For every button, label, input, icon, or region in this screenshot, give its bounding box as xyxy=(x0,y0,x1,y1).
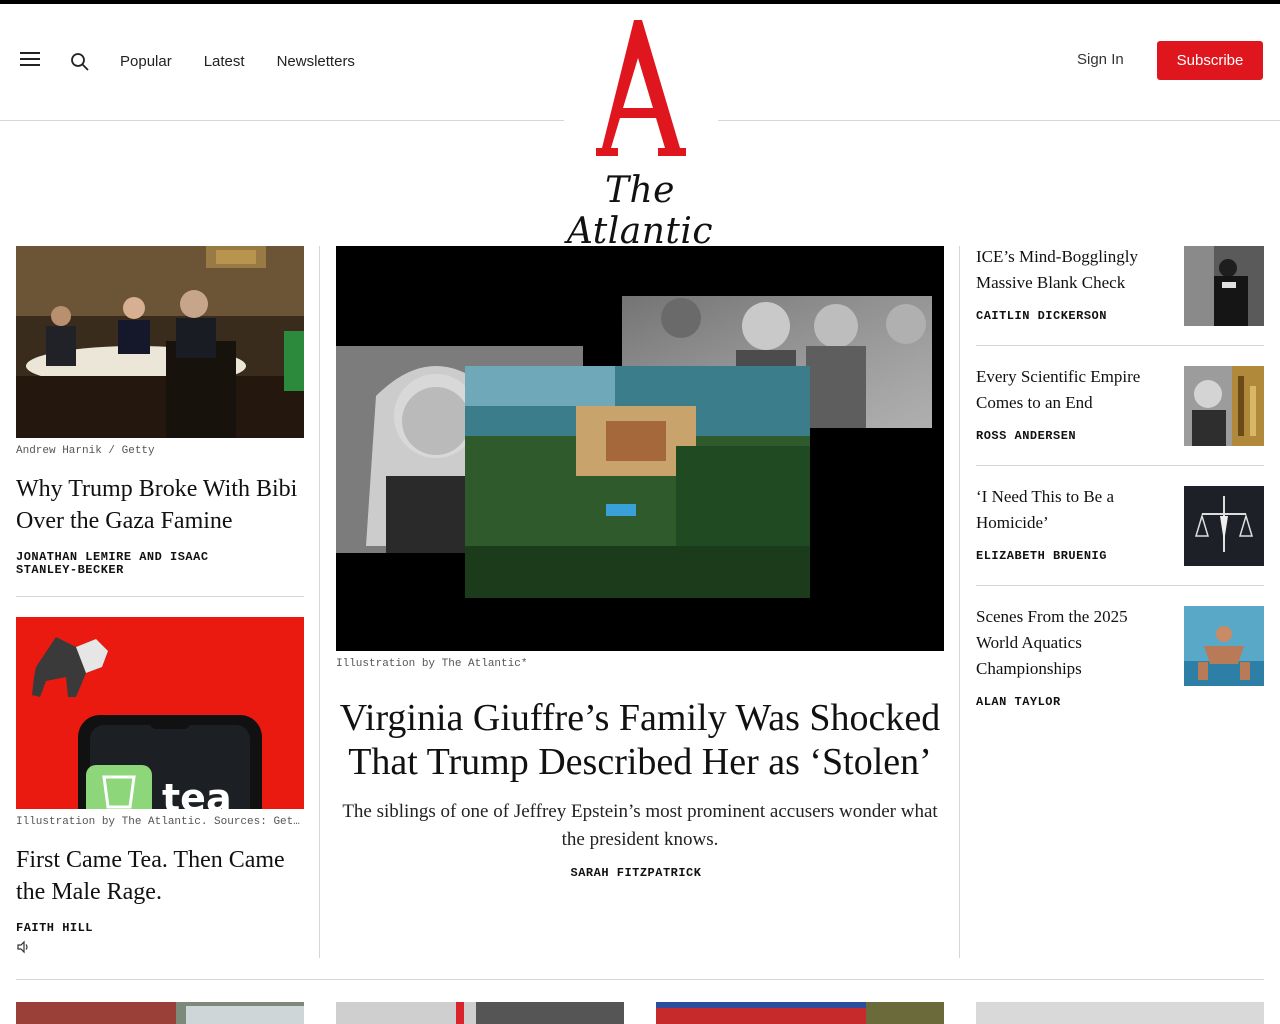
story-byline[interactable]: ROSS ANDERSEN xyxy=(976,429,1076,443)
story-headline[interactable]: Why Trump Broke With Bibi Over the Gaza … xyxy=(16,473,304,537)
story-thumbnail-science[interactable] xyxy=(1184,366,1264,446)
main-story-dek: The siblings of one of Jeffrey Epstein’s… xyxy=(342,801,938,850)
search-icon[interactable] xyxy=(70,52,90,72)
nav-latest[interactable]: Latest xyxy=(204,53,245,70)
story-image-row2-2[interactable] xyxy=(336,1002,624,1024)
story-byline[interactable]: ALAN TAYLOR xyxy=(976,695,1061,709)
story-thumbnail-ice[interactable] xyxy=(1184,246,1264,326)
story-headline[interactable]: Scenes From the 2025 World Aquatics Cham… xyxy=(976,604,1166,682)
column-divider-left xyxy=(319,246,320,958)
nav-newsletters[interactable]: Newsletters xyxy=(277,53,355,70)
story-byline[interactable]: FAITH HILL xyxy=(16,921,93,935)
story-byline[interactable]: CAITLIN DICKERSON xyxy=(976,309,1107,323)
subscribe-button[interactable]: Subscribe xyxy=(1157,41,1263,80)
header-divider-left xyxy=(0,120,564,121)
story-byline[interactable]: ELIZABETH BRUENIG xyxy=(976,549,1107,563)
photo-credit: Andrew Harnik / Getty xyxy=(16,445,155,457)
story-divider xyxy=(16,596,304,597)
atlantic-logo-a[interactable] xyxy=(580,8,700,158)
story-image-row2-1[interactable] xyxy=(16,1002,304,1024)
audio-icon[interactable] xyxy=(16,940,30,954)
main-story-image[interactable] xyxy=(336,246,944,651)
story-thumbnail-scales[interactable] xyxy=(1184,486,1264,566)
hamburger-menu-icon[interactable] xyxy=(18,50,42,68)
story-thumbnail-aquatics[interactable] xyxy=(1184,606,1264,686)
story-headline[interactable]: First Came Tea. Then Came the Male Rage. xyxy=(16,844,304,908)
section-divider xyxy=(16,979,1264,980)
story-image-tea-app[interactable]: tea xyxy=(16,617,304,809)
sign-in-link[interactable]: Sign In xyxy=(1077,51,1124,68)
tea-app-label: tea xyxy=(162,776,232,809)
story-divider xyxy=(976,585,1264,586)
story-divider xyxy=(976,345,1264,346)
story-headline[interactable]: ‘I Need This to Be a Homicide’ xyxy=(976,484,1166,536)
story-image-row2-3[interactable] xyxy=(656,1002,944,1024)
story-headline[interactable]: ICE’s Mind-Bogglingly Massive Blank Chec… xyxy=(976,244,1166,296)
story-byline[interactable]: JONATHAN LEMIRE AND ISAAC STANLEY-BECKER xyxy=(16,551,276,577)
main-story-headline[interactable]: Virginia Giuffre’s Family Was Shocked Th… xyxy=(336,696,944,784)
story-headline[interactable]: Every Scientific Empire Comes to an End xyxy=(976,364,1166,416)
story-image-trump-netanyahu[interactable] xyxy=(16,246,304,438)
photo-credit: Illustration by The Atlantic* xyxy=(336,658,528,670)
column-divider-right xyxy=(959,246,960,958)
main-story-byline[interactable]: SARAH FITZPATRICK xyxy=(336,866,936,880)
atlantic-wordmark[interactable]: The Atlantic xyxy=(540,170,740,252)
story-divider xyxy=(976,465,1264,466)
header-divider-right xyxy=(718,120,1280,121)
nav-popular[interactable]: Popular xyxy=(120,53,172,70)
story-image-row2-4[interactable] xyxy=(976,1002,1264,1024)
photo-credit: Illustration by The Atlantic. Sources: G… xyxy=(16,816,304,828)
primary-nav: Popular Latest Newsletters xyxy=(120,53,355,70)
